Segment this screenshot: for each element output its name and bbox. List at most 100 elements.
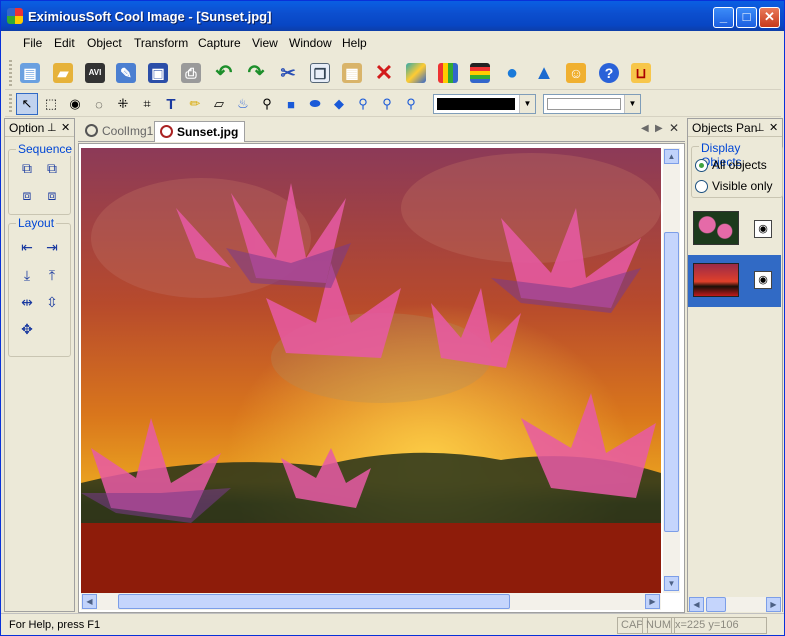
objects-scroll-thumb[interactable] <box>706 597 726 612</box>
objects-horizontal-scrollbar[interactable]: ◀ ▶ <box>689 597 782 612</box>
scroll-down-icon[interactable]: ▼ <box>664 576 679 591</box>
menu-help[interactable]: Help <box>342 36 367 50</box>
user-button[interactable]: ☺ <box>563 60 589 86</box>
sharpen-button[interactable]: ▲ <box>531 60 557 86</box>
zoom-out-tool[interactable]: ⚲ <box>376 93 398 115</box>
visibility-eye-icon[interactable]: ◉ <box>754 220 772 238</box>
tab-coolimg1[interactable]: CoolImg1 <box>80 121 159 142</box>
align-top-icon[interactable]: ⤒ <box>43 266 61 284</box>
chevron-down-icon[interactable]: ▼ <box>519 95 535 113</box>
toolbar-grip[interactable] <box>9 94 12 112</box>
close-icon[interactable]: ✕ <box>61 121 70 134</box>
visible-only-radio[interactable] <box>695 180 708 193</box>
horizontal-scrollbar[interactable]: ◀ ▶ <box>81 593 661 610</box>
pointer-tool[interactable]: ↖ <box>16 93 38 115</box>
align-left-icon[interactable]: ⇤ <box>18 238 36 256</box>
rectangle-tool[interactable]: ■ <box>280 93 302 115</box>
scroll-up-icon[interactable]: ▲ <box>664 149 679 164</box>
title-bar[interactable]: EximiousSoft Cool Image - [Sunset.jpg] _… <box>1 1 784 31</box>
adjust-button[interactable] <box>403 60 429 86</box>
pin-icon[interactable]: ⊥ <box>755 121 765 134</box>
chevron-down-icon[interactable]: ▼ <box>624 95 640 113</box>
copy-button[interactable]: ❐ <box>307 60 333 86</box>
menu-transform[interactable]: Transform <box>134 36 188 50</box>
pencil-tool[interactable]: ✏ <box>184 93 206 115</box>
center-horizontal-icon[interactable]: ⇹ <box>18 293 36 311</box>
scroll-right-icon[interactable]: ▶ <box>766 597 781 612</box>
align-right-icon[interactable]: ⇥ <box>43 238 61 256</box>
save-button[interactable]: ▣ <box>145 60 171 86</box>
text-tool[interactable]: T <box>160 93 182 115</box>
ellipse-select-icon: ◉ <box>69 96 81 111</box>
object-row[interactable]: ◉ <box>688 207 781 252</box>
fill-tool[interactable]: ♨ <box>232 93 254 115</box>
bring-forward-icon[interactable]: ⧈ <box>18 186 36 204</box>
new-button[interactable]: ▤ <box>17 60 43 86</box>
ellipse-select-tool[interactable]: ◉ <box>64 93 86 115</box>
cart-button[interactable]: ⊔ <box>628 60 654 86</box>
visible-only-label[interactable]: Visible only <box>712 179 772 193</box>
tab-scroll-right-icon[interactable]: ▶ <box>655 123 663 134</box>
magic-wand-tool[interactable]: ⁜ <box>112 93 134 115</box>
toolbar-grip[interactable] <box>9 60 12 86</box>
menu-window[interactable]: Window <box>289 36 332 50</box>
close-button[interactable]: ✕ <box>759 7 780 28</box>
send-backward-icon[interactable]: ⧈ <box>43 186 61 204</box>
menu-object[interactable]: Object <box>87 36 122 50</box>
center-vertical-icon[interactable]: ⇳ <box>43 293 61 311</box>
scroll-left-icon[interactable]: ◀ <box>82 594 97 609</box>
object-row-selected[interactable]: ◉ <box>688 255 781 307</box>
align-bottom-icon[interactable]: ⤓ <box>18 266 36 284</box>
close-icon[interactable]: ✕ <box>769 121 778 134</box>
horizontal-scroll-thumb[interactable] <box>118 594 510 609</box>
lasso-tool[interactable]: ◌ <box>88 93 110 115</box>
ellipse-tool[interactable]: ⬬ <box>304 93 326 115</box>
scroll-left-icon[interactable]: ◀ <box>689 597 704 612</box>
tab-scroll-left-icon[interactable]: ◀ <box>641 123 649 134</box>
visibility-eye-icon[interactable]: ◉ <box>754 271 772 289</box>
foreground-color-select[interactable]: ▼ <box>433 94 536 114</box>
levels-button[interactable] <box>467 60 493 86</box>
cut-button[interactable]: ✂ <box>275 60 301 86</box>
open-button[interactable]: ▰ <box>50 60 76 86</box>
polygon-tool[interactable]: ◆ <box>328 93 350 115</box>
scroll-right-icon[interactable]: ▶ <box>645 594 660 609</box>
minimize-button[interactable]: _ <box>713 7 734 28</box>
drop-button[interactable]: ● <box>499 60 525 86</box>
print-button[interactable]: ⎙ <box>178 60 204 86</box>
menu-view[interactable]: View <box>252 36 278 50</box>
edit-button[interactable]: ✎ <box>113 60 139 86</box>
open-icon: ▰ <box>53 63 73 83</box>
redo-button[interactable]: ↷ <box>243 60 269 86</box>
eraser-tool[interactable]: ▱ <box>208 93 230 115</box>
close-document-icon[interactable]: ✕ <box>669 121 679 135</box>
avi-button[interactable]: AVI <box>82 60 108 86</box>
zoom-in-tool[interactable]: ⚲ <box>352 93 374 115</box>
all-objects-label[interactable]: All objects <box>712 158 767 172</box>
crop-tool[interactable]: ⌗ <box>136 93 158 115</box>
paste-button[interactable]: ▦ <box>339 60 365 86</box>
tab-sunset[interactable]: Sunset.jpg <box>154 121 246 142</box>
rect-select-tool[interactable]: ⬚ <box>40 93 62 115</box>
maximize-button[interactable]: □ <box>736 7 757 28</box>
menu-edit[interactable]: Edit <box>54 36 75 50</box>
send-to-back-icon[interactable]: ⧉ <box>43 159 61 177</box>
histogram-button[interactable] <box>435 60 461 86</box>
image-canvas[interactable] <box>81 148 661 593</box>
all-objects-radio[interactable] <box>695 159 708 172</box>
delete-button[interactable]: ✕ <box>371 60 397 86</box>
menu-file[interactable]: File <box>23 36 42 50</box>
undo-button[interactable]: ↶ <box>211 60 237 86</box>
vertical-scroll-thumb[interactable] <box>664 232 679 532</box>
zoom-reset-tool[interactable]: ⚲ <box>400 93 422 115</box>
document-icon <box>160 125 173 138</box>
vertical-scrollbar[interactable]: ▲ ▼ <box>663 148 680 593</box>
bring-to-front-icon[interactable]: ⧉ <box>18 159 36 177</box>
menu-capture[interactable]: Capture <box>198 36 241 50</box>
help-button[interactable]: ? <box>596 60 622 86</box>
background-color-select[interactable]: ▼ <box>543 94 641 114</box>
app-icon[interactable] <box>7 8 23 24</box>
eyedropper-tool[interactable]: ⚲ <box>256 93 278 115</box>
center-both-icon[interactable]: ✥ <box>18 320 36 338</box>
pin-icon[interactable]: ⊥ <box>47 121 57 134</box>
